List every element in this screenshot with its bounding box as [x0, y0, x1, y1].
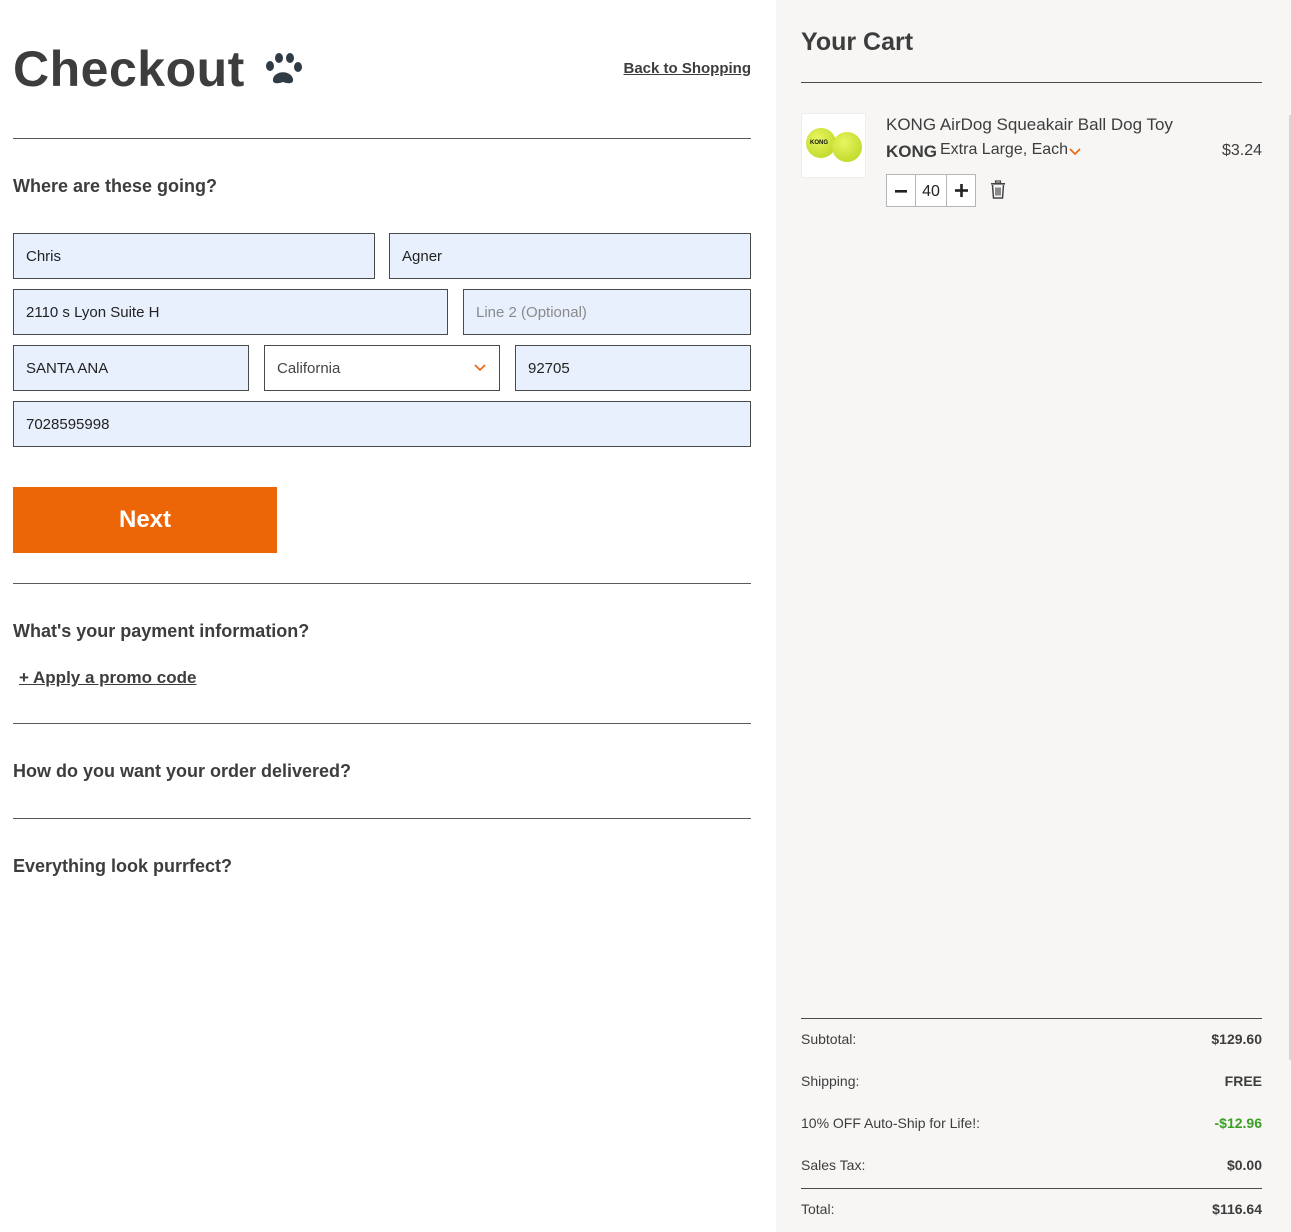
back-to-shopping-link[interactable]: Back to Shopping	[624, 60, 752, 77]
state-select-value: California	[277, 360, 341, 377]
divider	[13, 818, 751, 819]
trash-icon[interactable]	[989, 180, 1007, 200]
checkout-panel: Checkout Back to Shopping Where are thes…	[13, 0, 751, 1232]
product-logo: KONG	[810, 140, 828, 146]
sales-tax-value: $0.00	[1226, 1157, 1262, 1173]
plus-icon[interactable]	[947, 175, 975, 206]
sales-tax-row: Sales Tax: $0.00	[801, 1157, 1262, 1173]
state-select[interactable]: California	[264, 345, 500, 391]
subtotal-label: Subtotal:	[801, 1031, 857, 1047]
phone-field[interactable]	[13, 401, 751, 447]
discount-label: 10% OFF Auto-Ship for Life!:	[801, 1115, 980, 1131]
apply-promo-code-link[interactable]: + Apply a promo code	[19, 668, 196, 688]
last-name-field[interactable]	[389, 233, 751, 279]
divider	[801, 82, 1262, 83]
zip-field[interactable]	[515, 345, 751, 391]
subtotal-value: $129.60	[1211, 1031, 1262, 1047]
zip-input[interactable]	[516, 346, 750, 390]
total-value: $116.64	[1212, 1201, 1262, 1217]
shipping-label: Shipping:	[801, 1073, 860, 1089]
phone-input[interactable]	[14, 402, 750, 446]
chevron-down-icon	[474, 364, 486, 372]
divider	[13, 723, 751, 724]
address-line2-field[interactable]	[463, 289, 751, 335]
cart-item-brand: KONG	[886, 142, 937, 161]
cart-panel: Your Cart KONG KONG AirDog Squeakair Bal…	[776, 0, 1291, 1232]
first-name-field[interactable]	[13, 233, 375, 279]
product-thumbnail[interactable]: KONG	[801, 113, 866, 178]
minus-icon[interactable]	[887, 175, 915, 206]
address-line1-field[interactable]	[13, 289, 448, 335]
cart-item-name[interactable]: KONG AirDog Squeakair Ball Dog Toy	[886, 115, 1173, 135]
review-heading: Everything look purrfect?	[13, 856, 233, 876]
payment-heading: What's your payment information?	[13, 621, 310, 641]
chevron-down-icon[interactable]	[1068, 145, 1082, 159]
address-line1-input[interactable]	[14, 290, 447, 334]
quantity-stepper: 40	[886, 174, 976, 207]
quantity-value[interactable]: 40	[915, 175, 947, 206]
divider	[801, 1188, 1262, 1189]
shipping-value: FREE	[1224, 1073, 1262, 1089]
sales-tax-label: Sales Tax:	[801, 1157, 866, 1173]
cart-item-price: $3.24	[1221, 142, 1262, 159]
address-line2-input[interactable]	[464, 290, 750, 334]
shipping-heading: Where are these going?	[13, 176, 218, 196]
discount-row: 10% OFF Auto-Ship for Life!: -$12.96	[801, 1115, 1262, 1131]
discount-value: -$12.96	[1214, 1115, 1262, 1131]
page-title: Checkout	[13, 41, 245, 97]
last-name-input[interactable]	[390, 234, 750, 278]
subtotal-row: Subtotal: $129.60	[801, 1031, 1262, 1047]
city-input[interactable]	[14, 346, 248, 390]
cart-title: Your Cart	[801, 28, 914, 56]
divider	[13, 138, 751, 139]
city-field[interactable]	[13, 345, 249, 391]
divider	[13, 583, 751, 584]
paw-icon	[266, 53, 302, 84]
next-button[interactable]: Next	[13, 487, 277, 553]
divider	[801, 1018, 1262, 1019]
total-row: Total: $116.64	[801, 1201, 1262, 1217]
total-label: Total:	[801, 1201, 835, 1217]
first-name-input[interactable]	[14, 234, 374, 278]
shipping-row: Shipping: FREE	[801, 1073, 1262, 1089]
cart-item-variant[interactable]: Extra Large, Each	[940, 141, 1068, 159]
delivery-heading: How do you want your order delivered?	[13, 761, 352, 781]
ball-image	[832, 132, 862, 162]
